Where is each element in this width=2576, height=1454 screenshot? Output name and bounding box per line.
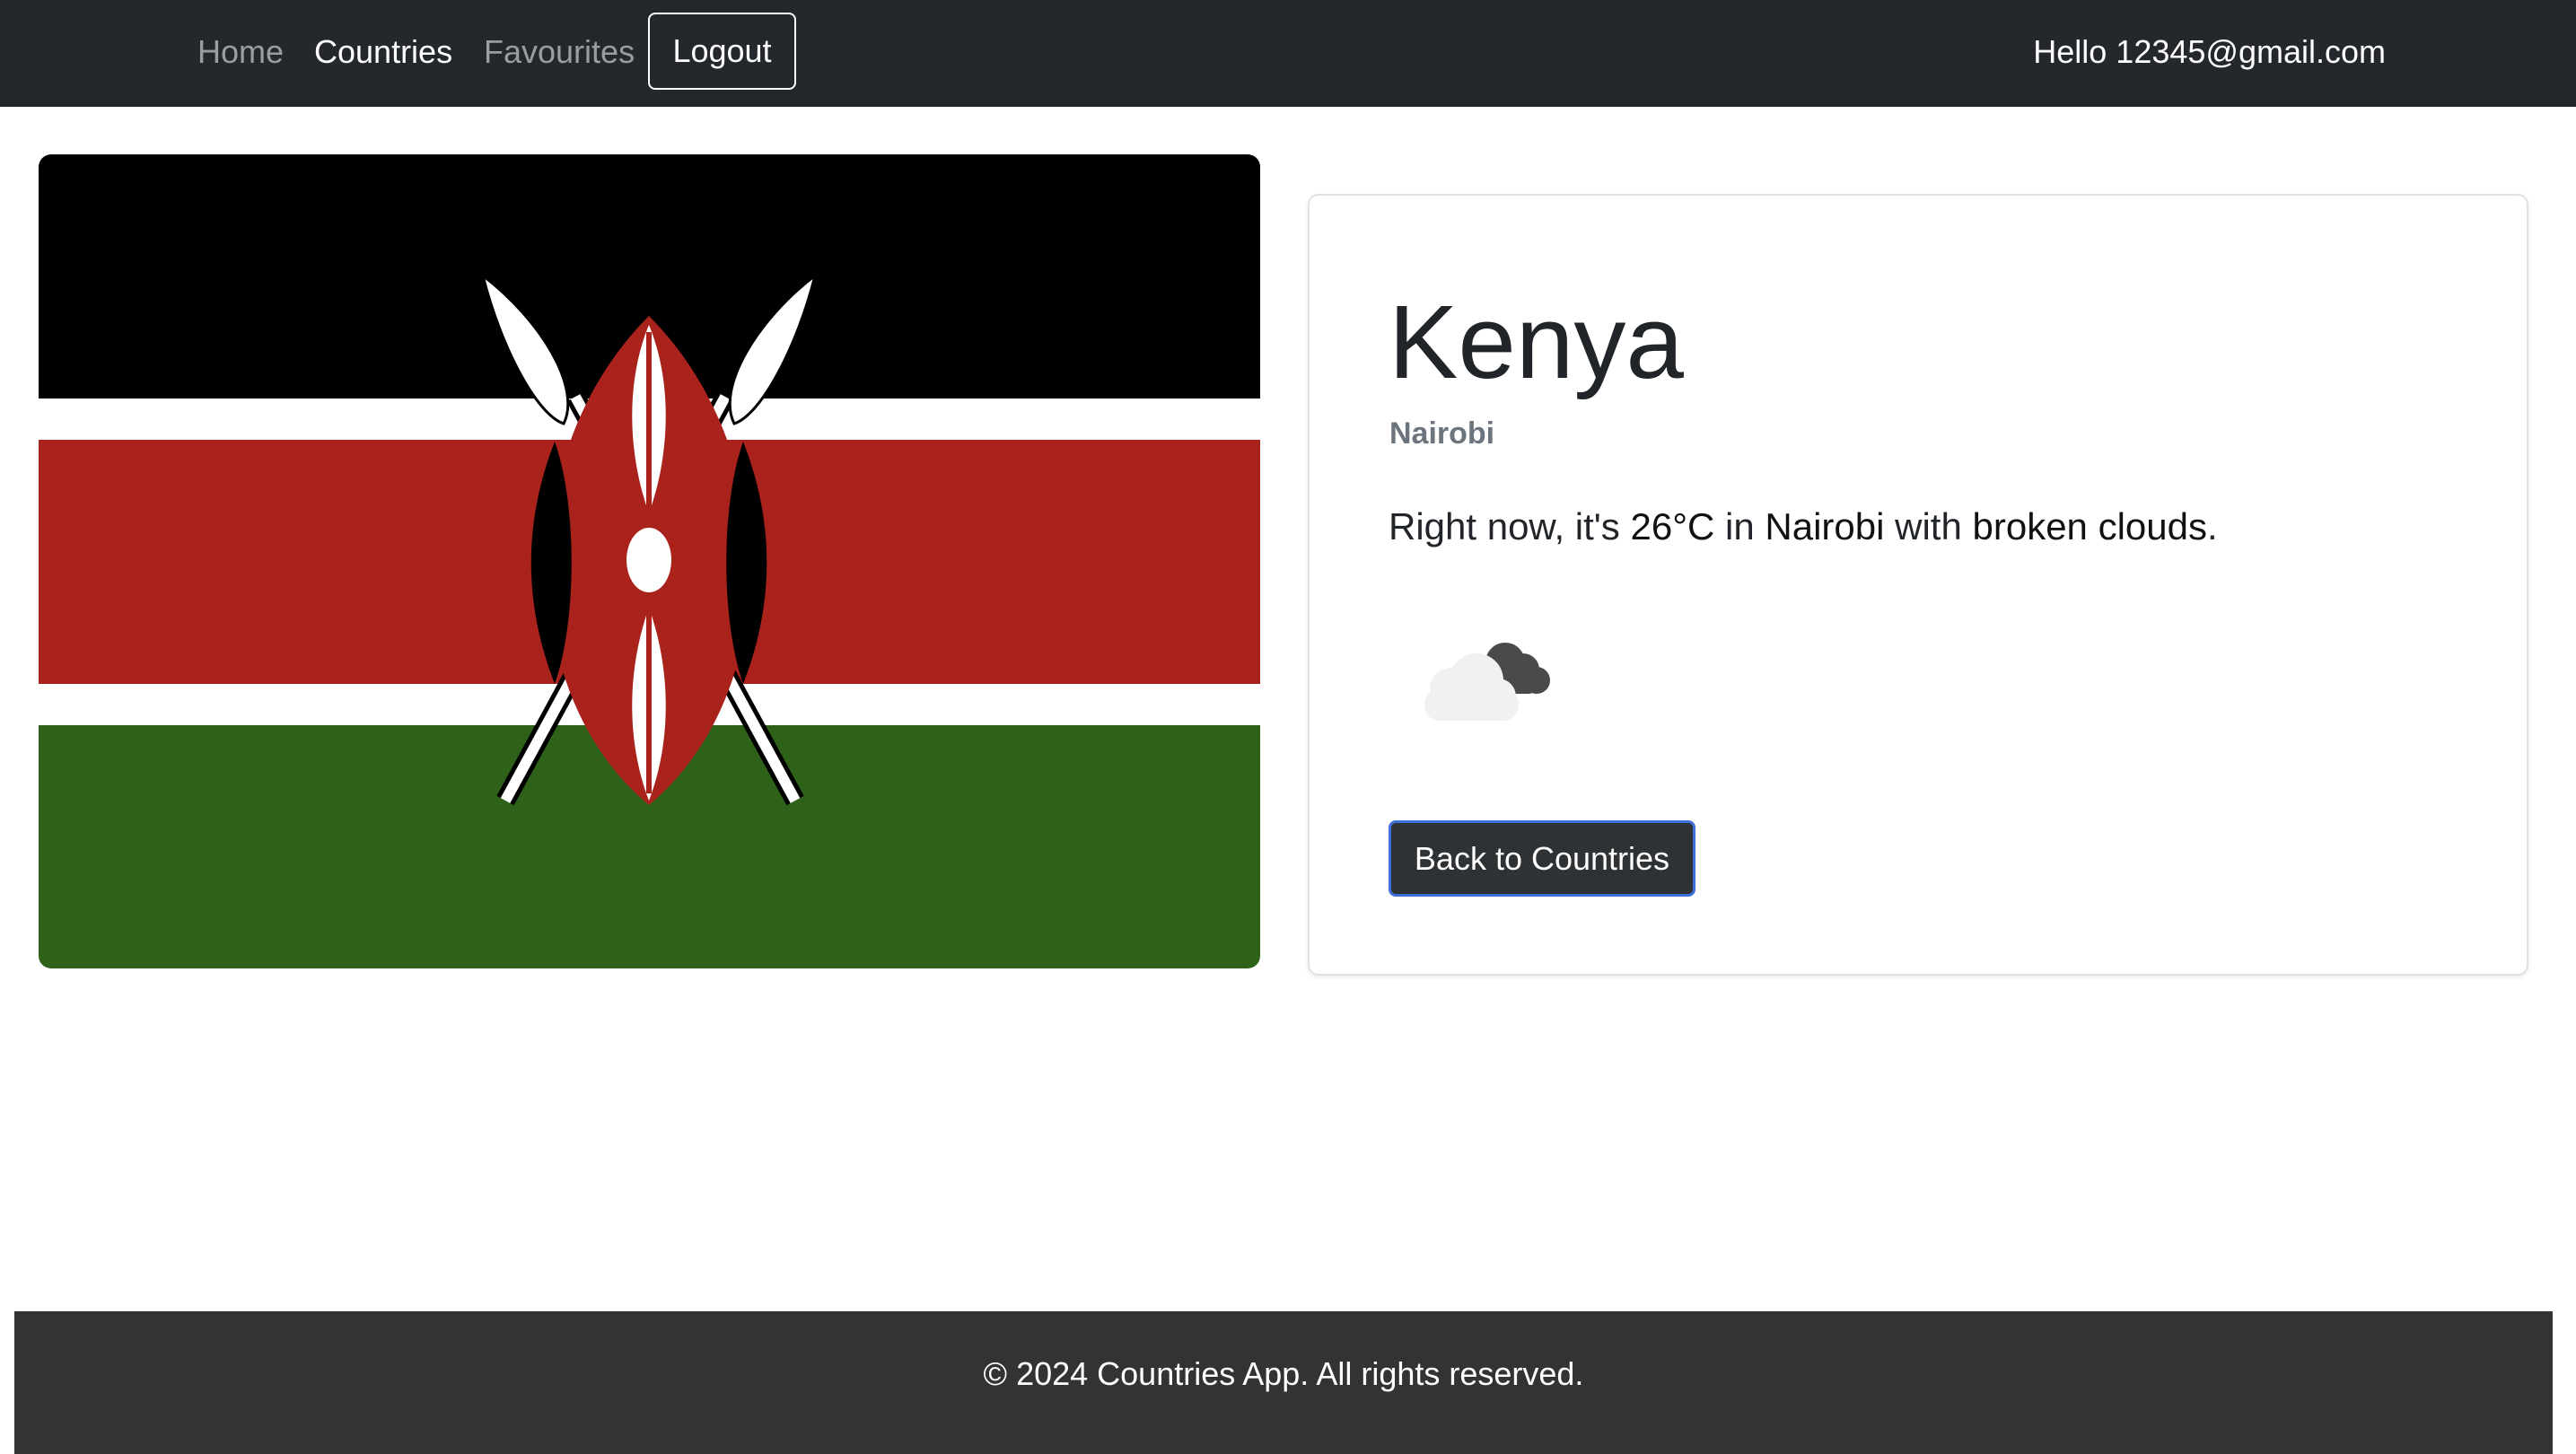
page-footer: © 2024 Countries App. All rights reserve…	[14, 1311, 2553, 1454]
back-to-countries-button[interactable]: Back to Countries	[1389, 820, 1695, 897]
weather-prefix: Right now, it's	[1389, 505, 1620, 547]
country-flag-image	[39, 154, 1260, 968]
weather-in-word: in	[1725, 505, 1755, 547]
nav-home-link[interactable]: Home	[197, 25, 284, 79]
nav-favourites-link[interactable]: Favourites	[484, 25, 635, 79]
weather-summary: Right now, it's 26°C in Nairobi with bro…	[1389, 505, 2218, 548]
country-name: Kenya	[1389, 284, 1684, 400]
weather-with-word: with	[1895, 505, 1962, 547]
footer-copyright: © 2024 Countries App. All rights reserve…	[983, 1355, 1584, 1392]
user-greeting: Hello 12345@gmail.com	[2033, 33, 2386, 70]
broken-clouds-icon	[1424, 643, 1550, 721]
logout-button[interactable]: Logout	[648, 13, 796, 90]
weather-description: broken clouds	[1972, 505, 2207, 547]
country-capital: Nairobi	[1389, 416, 1495, 451]
top-navbar: Home Countries Favourites Logout Hello 1…	[0, 0, 2576, 107]
country-detail-card: Kenya Nairobi Right now, it's 26°C in Na…	[1308, 194, 2528, 976]
weather-suffix: .	[2206, 505, 2218, 547]
weather-temperature: 26°C	[1630, 505, 1715, 547]
kenya-flag-icon	[39, 154, 1260, 968]
nav-countries-link[interactable]: Countries	[314, 25, 452, 79]
weather-city: Nairobi	[1765, 505, 1885, 547]
